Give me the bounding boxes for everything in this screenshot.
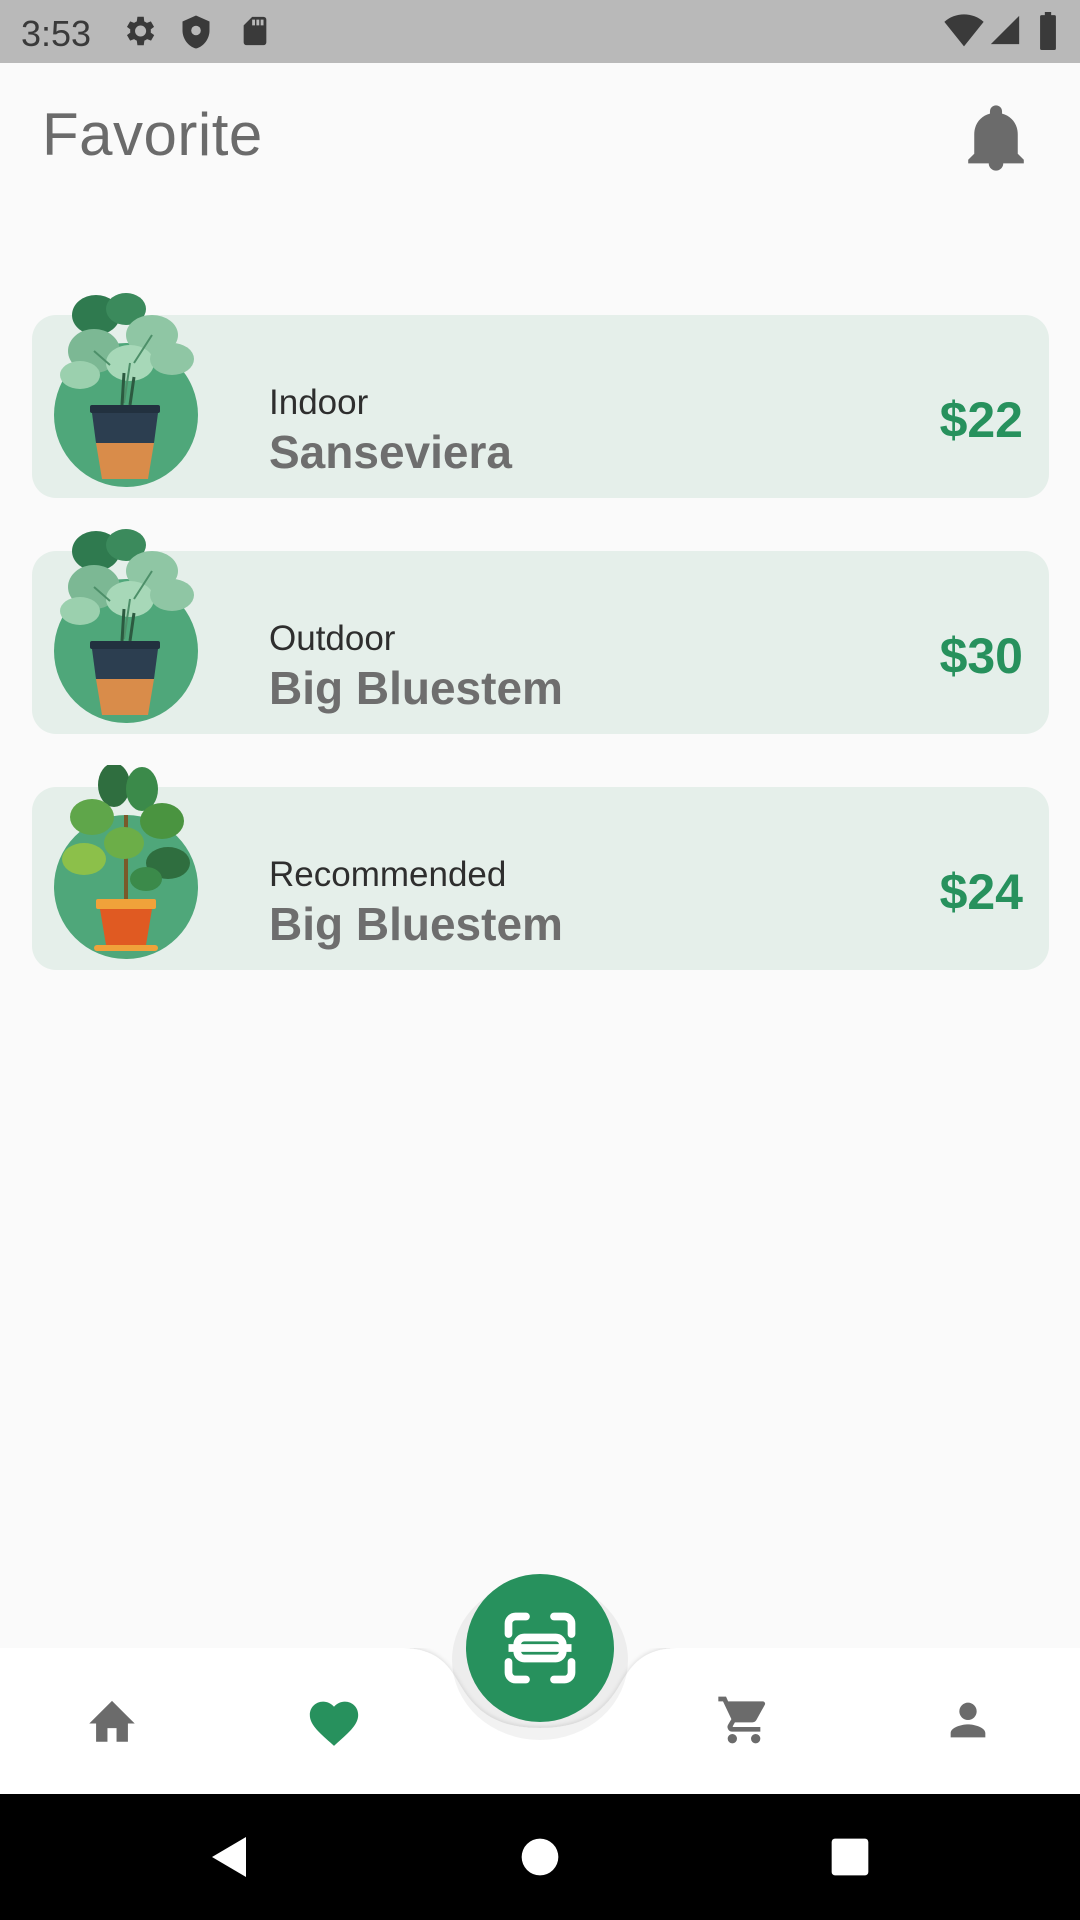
favorite-card[interactable]: Recommended Big Bluestem $24 [32,765,1049,970]
bell-icon[interactable] [967,103,1025,173]
wifi-icon [944,14,984,47]
battery-icon [1040,12,1056,50]
recents-icon[interactable] [830,1837,870,1877]
status-time: 3:53 [21,13,92,54]
plant-image [54,529,200,725]
heart-icon[interactable] [305,1694,363,1748]
sd-card-icon [243,16,267,46]
card-price: $30 [939,628,1023,684]
card-name: Big Bluestem [269,898,563,950]
card-category: Recommended [269,855,507,894]
status-bar: 3:53 [0,0,1080,63]
home-circle-icon[interactable] [520,1837,560,1877]
person-icon[interactable] [942,1694,994,1746]
card-price: $24 [939,864,1023,920]
gear-icon [126,16,155,46]
scan-button[interactable] [466,1574,614,1722]
back-icon[interactable] [206,1833,254,1881]
card-category: Indoor [269,383,369,422]
plant-image [54,293,200,489]
favorite-card[interactable]: Indoor Sanseviera $22 [32,293,1049,498]
card-name: Sanseviera [269,426,512,478]
shield-icon [182,15,210,49]
home-icon[interactable] [84,1694,140,1744]
card-name: Big Bluestem [269,662,563,714]
scan-icon [504,1612,576,1684]
plant-image [54,765,200,961]
cart-icon[interactable] [716,1692,772,1748]
favorite-card[interactable]: Outdoor Big Bluestem $30 [32,529,1049,734]
signal-icon [990,15,1020,45]
system-nav-bar [0,1794,1080,1920]
card-price: $22 [939,392,1023,448]
card-category: Outdoor [269,619,396,658]
page-title: Favorite [42,101,263,168]
